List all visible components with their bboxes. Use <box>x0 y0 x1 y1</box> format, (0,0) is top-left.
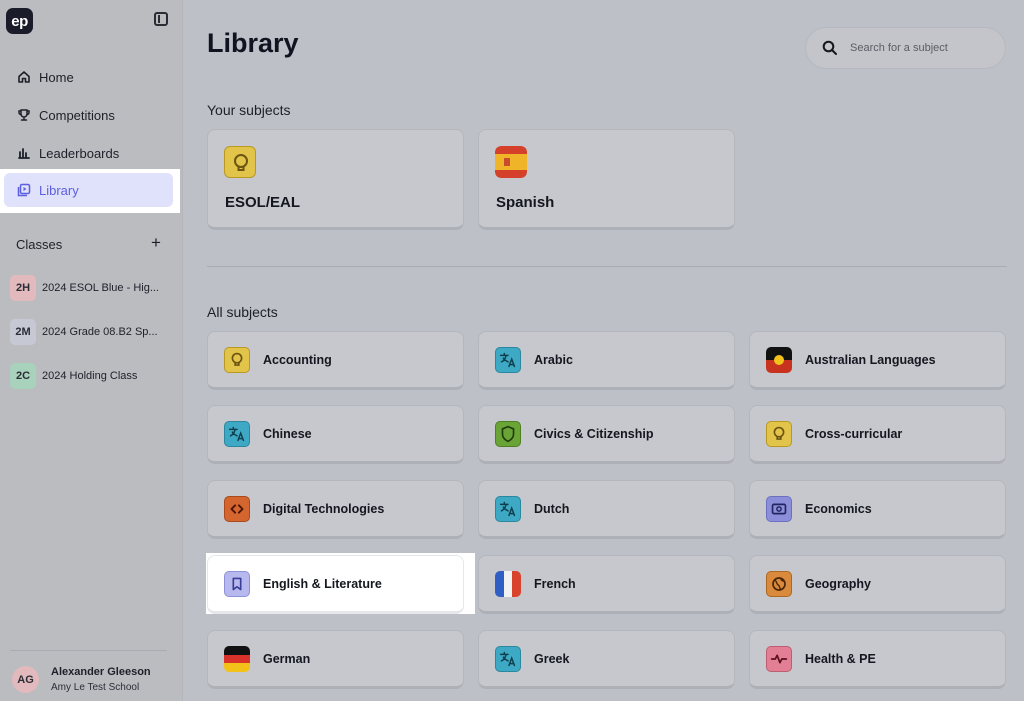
subject-label: English & Literature <box>263 576 382 591</box>
sidebar-item-label: Library <box>39 182 79 198</box>
trophy-icon <box>17 108 31 122</box>
class-name: 2024 ESOL Blue - Hig... <box>42 282 159 294</box>
divider <box>207 266 1007 267</box>
subject-label: Australian Languages <box>805 352 936 367</box>
sidebar-item-leaderboards[interactable]: Leaderboards <box>4 136 173 170</box>
subject-label: Civics & Citizenship <box>534 426 654 441</box>
subject-label: French <box>534 576 576 591</box>
subject-label: Digital Technologies <box>263 501 385 516</box>
sidebar-item-competitions[interactable]: Competitions <box>4 98 173 132</box>
avatar[interactable]: AG <box>12 666 39 693</box>
subject-card-french[interactable]: French <box>478 555 735 614</box>
sidebar-collapse-icon[interactable] <box>154 12 168 26</box>
add-class-icon[interactable]: + <box>151 234 161 251</box>
subject-label: Health & PE <box>805 651 876 666</box>
sidebar-item-home[interactable]: Home <box>4 60 173 94</box>
subject-card-cross-curricular[interactable]: Cross-curricular <box>749 405 1006 464</box>
subject-label: ESOL/EAL <box>225 194 301 211</box>
globe-icon <box>766 570 792 597</box>
lightbulb-icon <box>224 146 256 178</box>
shield-icon <box>495 420 521 447</box>
ep-logo[interactable]: ep <box>6 8 33 34</box>
france-flag-icon <box>495 570 521 597</box>
class-badge: 2C <box>10 363 36 389</box>
subject-card-chinese[interactable]: Chinese <box>207 405 464 464</box>
subject-label: Cross-curricular <box>805 426 903 441</box>
class-badge: 2H <box>10 275 36 301</box>
sidebar-item-label: Competitions <box>39 107 115 123</box>
subject-card-esol-eal[interactable]: ESOL/EAL <box>207 129 464 230</box>
subject-card-spanish[interactable]: Spanish <box>478 129 735 230</box>
sidebar-item-label: Home <box>39 69 74 85</box>
subject-label: Dutch <box>534 501 570 516</box>
subject-label: Spanish <box>496 194 555 211</box>
bookmark-icon <box>224 570 250 597</box>
user-name[interactable]: Alexander Gleeson <box>51 666 151 678</box>
sidebar-item-library[interactable]: Library <box>4 173 173 207</box>
bar-chart-icon <box>17 146 31 160</box>
money-icon <box>766 495 792 522</box>
subject-card-economics[interactable]: Economics <box>749 480 1006 539</box>
lightbulb-icon <box>224 346 250 373</box>
subject-label: Economics <box>805 501 872 516</box>
subject-card-dutch[interactable]: Dutch <box>478 480 735 539</box>
spain-flag-icon <box>495 146 527 178</box>
subject-label: German <box>263 651 311 666</box>
germany-flag-icon <box>224 645 250 672</box>
divider <box>10 650 167 651</box>
search-input[interactable] <box>850 42 990 54</box>
sidebar-item-label: Leaderboards <box>39 145 120 161</box>
class-item[interactable]: 2M 2024 Grade 08.B2 Sp... <box>10 319 158 345</box>
classes-heading: Classes <box>16 237 63 252</box>
library-icon <box>17 183 31 197</box>
code-icon <box>224 495 250 522</box>
subject-label: Greek <box>534 651 570 666</box>
search-icon <box>822 40 838 56</box>
home-icon <box>17 70 31 84</box>
lightbulb-icon <box>766 420 792 447</box>
class-item[interactable]: 2H 2024 ESOL Blue - Hig... <box>10 275 159 301</box>
page-title: Library <box>207 28 299 58</box>
subject-card-health-pe[interactable]: Health & PE <box>749 630 1006 689</box>
subject-label: Arabic <box>534 352 573 367</box>
subject-card-german[interactable]: German <box>207 630 464 689</box>
class-name: 2024 Grade 08.B2 Sp... <box>42 326 158 338</box>
heartbeat-icon <box>766 645 792 672</box>
search-box[interactable] <box>805 27 1006 69</box>
subject-label: Accounting <box>263 352 332 367</box>
aboriginal-flag-icon <box>766 346 792 373</box>
your-subjects-heading: Your subjects <box>207 102 291 118</box>
subject-card-greek[interactable]: Greek <box>478 630 735 689</box>
translate-icon <box>495 495 521 522</box>
subject-label: Chinese <box>263 426 312 441</box>
subject-card-arabic[interactable]: Arabic <box>478 331 735 390</box>
class-badge: 2M <box>10 319 36 345</box>
subject-card-accounting[interactable]: Accounting <box>207 331 464 390</box>
class-item[interactable]: 2C 2024 Holding Class <box>10 363 137 389</box>
sidebar: ep Home Competitions Leaderboards Librar… <box>0 0 183 701</box>
subject-card-digital-technologies[interactable]: Digital Technologies <box>207 480 464 539</box>
user-school: Amy Le Test School <box>51 682 140 693</box>
translate-icon <box>495 346 521 373</box>
subject-card-civics-citizenship[interactable]: Civics & Citizenship <box>478 405 735 464</box>
all-subjects-heading: All subjects <box>207 304 278 320</box>
subject-card-australian-languages[interactable]: Australian Languages <box>749 331 1006 390</box>
subject-card-geography[interactable]: Geography <box>749 555 1006 614</box>
translate-icon <box>495 645 521 672</box>
subject-label: Geography <box>805 576 871 591</box>
translate-icon <box>224 420 250 447</box>
class-name: 2024 Holding Class <box>42 370 138 382</box>
subject-card-english-literature[interactable]: English & Literature <box>207 555 464 614</box>
